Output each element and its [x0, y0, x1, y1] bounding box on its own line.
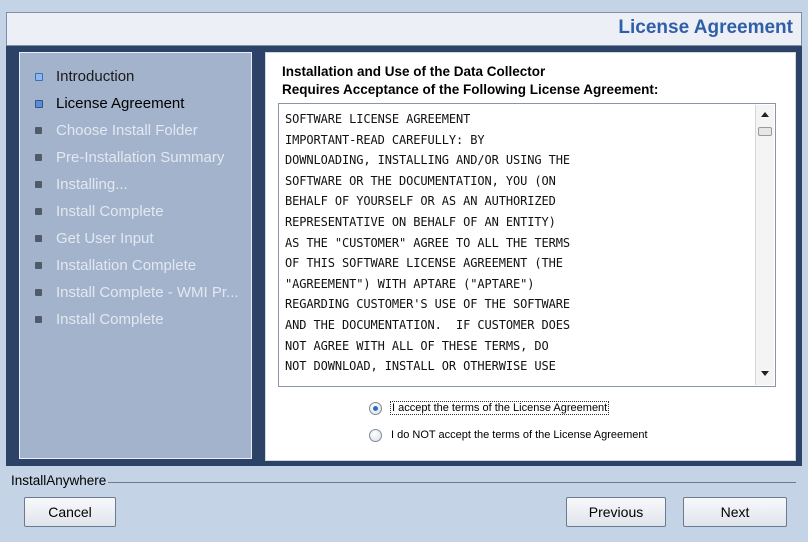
step-item-get-user-input: Get User Input [20, 229, 251, 249]
decline-label[interactable]: I do NOT accept the terms of the License… [391, 429, 648, 441]
step-item-install-complete: Install Complete [20, 202, 251, 222]
step-item-license-agreement: License Agreement [20, 94, 251, 114]
step-label: Install Complete [56, 311, 164, 328]
step-pending-icon [35, 262, 42, 269]
accept-label[interactable]: I accept the terms of the License Agreem… [389, 401, 610, 415]
page-title: License Agreement [618, 17, 793, 38]
license-heading: Installation and Use of the Data Collect… [282, 63, 658, 99]
cancel-button[interactable]: Cancel [24, 497, 116, 527]
step-pending-icon [35, 127, 42, 134]
step-list: Introduction License Agreement Choose In… [19, 52, 252, 459]
step-item-installation-complete: Installation Complete [20, 256, 251, 276]
step-item-install-complete-wmi: Install Complete - WMI Pr... [20, 283, 251, 303]
license-text-area[interactable]: SOFTWARE LICENSE AGREEMENT IMPORTANT-REA… [278, 103, 776, 387]
step-item-installing: Installing... [20, 175, 251, 195]
scroll-thumb[interactable] [758, 127, 772, 136]
step-current-icon [35, 100, 43, 108]
license-scrollbar[interactable] [755, 105, 774, 385]
step-pending-icon [35, 235, 42, 242]
step-label: Introduction [56, 68, 135, 85]
step-label: License Agreement [56, 95, 185, 112]
step-label: Install Complete - WMI Pr... [56, 284, 239, 301]
step-pending-icon [35, 154, 42, 161]
decline-radio[interactable] [369, 429, 382, 442]
step-item-introduction: Introduction [20, 67, 251, 87]
step-pending-icon [35, 289, 42, 296]
installanywhere-brand: InstallAnywhere [11, 473, 107, 488]
step-label: Get User Input [56, 230, 154, 247]
step-pending-icon [35, 181, 42, 188]
installer-window: License Agreement Introduction License A… [0, 0, 808, 542]
step-item-pre-installation-summary: Pre-Installation Summary [20, 148, 251, 168]
step-label: Choose Install Folder [56, 122, 198, 139]
step-label: Install Complete [56, 203, 164, 220]
step-pending-icon [35, 208, 42, 215]
scroll-down-icon[interactable] [761, 371, 769, 376]
step-item-choose-install-folder: Choose Install Folder [20, 121, 251, 141]
step-label: Installation Complete [56, 257, 197, 274]
step-label: Pre-Installation Summary [56, 149, 225, 166]
accept-radio[interactable] [369, 402, 382, 415]
step-item-install-complete-final: Install Complete [20, 310, 251, 330]
heading-line-2: Requires Acceptance of the Following Lic… [282, 82, 659, 97]
step-done-icon [35, 73, 43, 81]
heading-line-1: Installation and Use of the Data Collect… [282, 64, 546, 79]
next-button[interactable]: Next [683, 497, 787, 527]
title-bar: License Agreement [6, 12, 802, 46]
scroll-up-icon[interactable] [761, 112, 769, 117]
step-pending-icon [35, 316, 42, 323]
license-text: SOFTWARE LICENSE AGREEMENT IMPORTANT-REA… [285, 112, 570, 374]
footer-divider [108, 482, 796, 483]
previous-button[interactable]: Previous [566, 497, 666, 527]
step-label: Installing... [56, 176, 128, 193]
